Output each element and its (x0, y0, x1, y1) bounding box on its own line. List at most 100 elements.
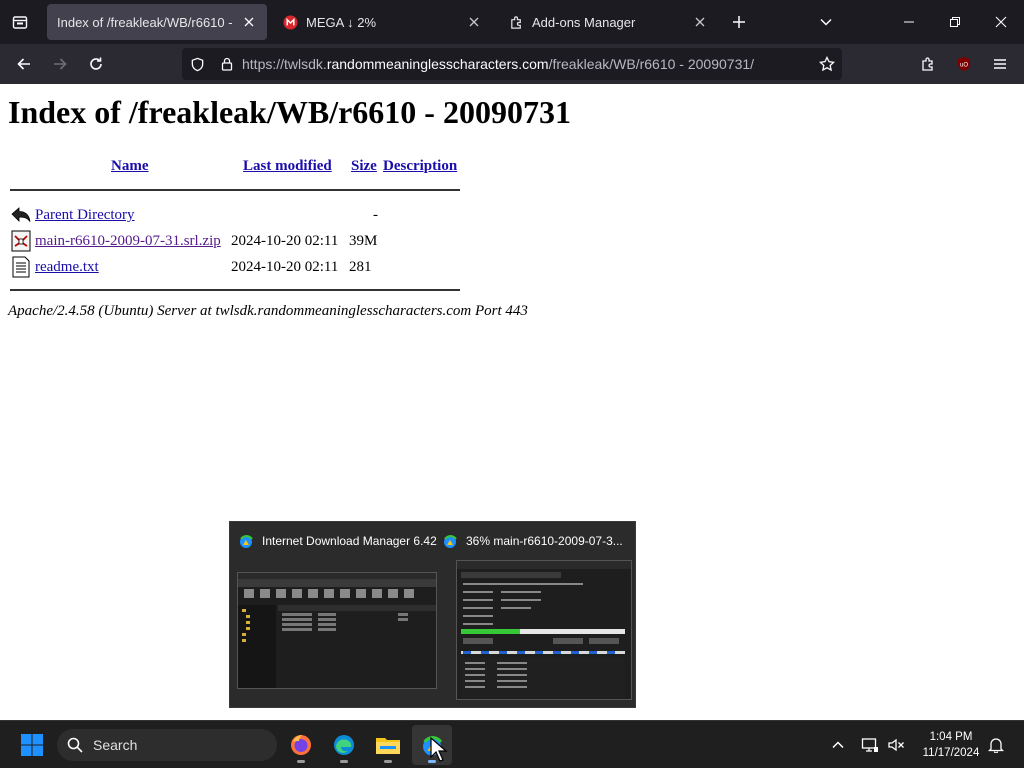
edge-icon (334, 735, 354, 755)
zip-file-link[interactable]: main-r6610-2009-07-31.srl.zip (35, 233, 221, 250)
table-row: main-r6610-2009-07-31.srl.zip 2024-10-20… (10, 230, 470, 254)
tab-title: Add-ons Manager (532, 14, 636, 30)
preview-title-text: 36% main-r6610-2009-07-3... (466, 534, 623, 548)
sort-name-link[interactable]: Name (111, 158, 149, 174)
folder-icon (376, 738, 400, 754)
last-modified: 2024-10-20 02:11 (231, 259, 339, 275)
restore-button[interactable] (932, 0, 978, 44)
tab-title: MEGA ↓ 2% (306, 14, 377, 30)
table-row: Parent Directory - (10, 204, 470, 228)
taskbar-search-box[interactable]: Search (57, 729, 277, 761)
divider (10, 189, 460, 191)
url-text: https://twlsdk.randommeaninglesscharacte… (242, 56, 754, 72)
firefox-view-icon (12, 16, 28, 29)
sort-size-link[interactable]: Size (351, 158, 377, 174)
idm-icon (444, 535, 457, 548)
taskbar-firefox[interactable] (281, 725, 321, 765)
file-size: 281 (349, 259, 372, 275)
mega-icon (282, 14, 298, 30)
column-header-name[interactable]: Name (111, 158, 149, 175)
volume-button[interactable] (876, 725, 916, 765)
menu-button[interactable] (984, 48, 1016, 80)
tab-bar: Index of /freakleak/WB/r6610 - 2009 MEGA… (0, 0, 1024, 44)
bell-icon (988, 738, 1004, 753)
url-prefix: https://twlsdk. (242, 56, 327, 72)
firefox-view-button[interactable] (0, 0, 40, 44)
url-path: /freakleak/WB/r6610 - 20090731/ (548, 56, 755, 72)
running-indicator (384, 760, 392, 763)
running-indicator (340, 760, 348, 763)
download-progress-fill (461, 629, 520, 634)
windows-taskbar: Search 1:04 PM 11/17/2024 (0, 720, 1024, 768)
reload-button[interactable] (80, 48, 112, 80)
page-title: Index of /freakleak/WB/r6610 - 20090731 (8, 94, 571, 130)
firefox-icon (291, 735, 311, 755)
forward-button[interactable] (44, 48, 76, 80)
bookmark-star-icon[interactable] (812, 48, 842, 80)
tab-addons-manager[interactable]: Add-ons Manager (498, 4, 718, 40)
back-button[interactable] (8, 48, 40, 80)
list-all-tabs-button[interactable] (803, 0, 849, 44)
server-signature: Apache/2.4.58 (Ubuntu) Server at twlsdk.… (8, 303, 528, 319)
minimize-icon (904, 21, 914, 23)
search-label: Search (93, 737, 138, 753)
puzzle-icon (922, 57, 933, 71)
windows-start-icon (21, 734, 43, 756)
minimize-button[interactable] (886, 0, 932, 44)
close-tab-icon[interactable] (466, 14, 482, 30)
tab-index-of[interactable]: Index of /freakleak/WB/r6610 - 2009 (47, 4, 267, 40)
arrow-left-icon (17, 58, 30, 70)
start-button[interactable] (12, 725, 52, 765)
close-window-button[interactable] (978, 0, 1024, 44)
close-tab-icon[interactable] (241, 14, 257, 30)
notifications-button[interactable] (976, 725, 1016, 765)
preview-idm-download[interactable]: 36% main-r6610-2009-07-3... (434, 522, 634, 709)
taskbar-edge[interactable] (324, 725, 364, 765)
ublock-origin-button[interactable]: uO (948, 48, 980, 80)
compressed-icon (11, 230, 31, 252)
taskbar-preview-popup: Internet Download Manager 6.42 36% main-… (229, 521, 636, 708)
file-size: - (373, 207, 378, 223)
puzzle-icon (508, 14, 524, 30)
table-row: readme.txt 2024-10-20 02:11 281 (10, 256, 470, 280)
back-icon (11, 207, 31, 222)
speaker-muted-icon (888, 738, 904, 752)
search-icon (57, 737, 93, 753)
sort-last-modified-link[interactable]: Last modified (243, 158, 332, 174)
readme-link[interactable]: readme.txt (35, 259, 99, 276)
url-domain: randommeaninglesscharacters.com (326, 56, 549, 72)
column-header-size[interactable]: Size (351, 158, 377, 175)
extensions-button[interactable] (912, 48, 944, 80)
tab-title: Index of /freakleak/WB/r6610 - 2009 (57, 14, 235, 30)
url-bar[interactable]: https://twlsdk.randommeaninglesscharacte… (182, 48, 842, 80)
ublock-icon: uO (958, 57, 970, 71)
sort-description-link[interactable]: Description (383, 158, 457, 174)
column-header-last-modified[interactable]: Last modified (243, 158, 332, 175)
idm-window-thumbnail (237, 572, 437, 689)
tab-mega[interactable]: MEGA ↓ 2% (272, 4, 492, 40)
running-indicator (428, 760, 436, 763)
idm-icon (240, 535, 253, 548)
column-header-description[interactable]: Description (383, 158, 457, 175)
chevron-up-icon (832, 741, 844, 749)
divider (10, 289, 460, 291)
preview-idm-main[interactable]: Internet Download Manager 6.42 (230, 522, 437, 709)
new-tab-button[interactable] (717, 0, 761, 44)
chevron-down-icon (820, 18, 832, 26)
preview-title: 36% main-r6610-2009-07-3... (442, 533, 623, 549)
last-modified: 2024-10-20 02:11 (231, 233, 339, 249)
navigation-toolbar: https://twlsdk.randommeaninglesscharacte… (0, 44, 1024, 84)
lock-icon[interactable] (212, 48, 242, 80)
preview-title: Internet Download Manager 6.42 (238, 533, 437, 549)
tracking-protection-icon[interactable] (182, 48, 212, 80)
close-tab-icon[interactable] (692, 14, 708, 30)
svg-text:uO: uO (960, 63, 968, 69)
preview-title-text: Internet Download Manager 6.42 (262, 534, 437, 548)
plus-icon (733, 16, 745, 28)
file-size: 39M (349, 233, 378, 249)
text-file-icon (12, 256, 30, 278)
parent-directory-link[interactable]: Parent Directory (35, 207, 135, 224)
hamburger-menu-icon (994, 59, 1006, 69)
taskbar-idm[interactable] (412, 725, 452, 765)
taskbar-file-explorer[interactable] (368, 725, 408, 765)
